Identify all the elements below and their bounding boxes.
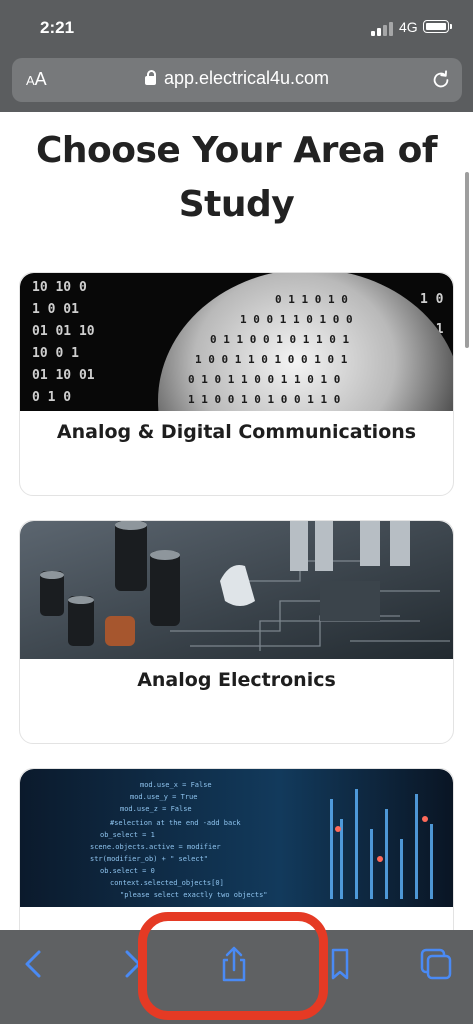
svg-text:ob.select = 0: ob.select = 0: [100, 867, 155, 875]
study-card-analog-electronics[interactable]: Analog Electronics: [19, 520, 454, 744]
svg-text:str(modifier_ob) + " select": str(modifier_ob) + " select": [90, 855, 208, 863]
url-display[interactable]: app.electrical4u.com: [12, 68, 462, 89]
share-button-highlight: [138, 912, 328, 1020]
svg-text:scene.objects.active = modifie: scene.objects.active = modifier: [90, 843, 221, 851]
svg-text:0 1 1 0 0 1 0 1 1 0 1: 0 1 1 0 0 1 0 1 1 0 1: [210, 333, 349, 346]
svg-text:1 0 0 1 1 0 1 0 0: 1 0 0 1 1 0 1 0 0: [240, 313, 353, 326]
study-card-third[interactable]: mod.use_x = False mod.use_y = True mod.u…: [19, 768, 454, 930]
page-heading: Choose Your Area of Study: [35, 130, 438, 225]
status-time: 2:21: [40, 18, 75, 37]
svg-text:mod.use_y = True: mod.use_y = True: [130, 793, 197, 801]
signal-icon: [371, 22, 395, 36]
scroll-indicator[interactable]: [465, 172, 469, 348]
card-title: Analog Electronics: [137, 669, 336, 691]
card-title: Analog & Digital Communications: [56, 421, 417, 443]
svg-text:#selection at the end -add bac: #selection at the end -add back: [110, 819, 241, 827]
svg-text:10 10 0: 10 10 0: [32, 280, 87, 295]
browser-top-bar: 2:21 4G AA app.electrical4u.com: [0, 0, 473, 112]
address-bar[interactable]: AA app.electrical4u.com: [12, 58, 462, 102]
reload-icon[interactable]: [430, 69, 452, 91]
svg-text:0 1 0 1 1 0 0 1 1 0 1 0: 0 1 0 1 1 0 0 1 1 0 1 0: [188, 373, 340, 386]
back-icon[interactable]: [14, 944, 54, 984]
lock-icon: [144, 70, 156, 85]
study-card-communications[interactable]: 10 10 0 1 0 01 01 01 10 10 0 1 01 10 01 …: [19, 272, 454, 496]
svg-text:01 10 01: 01 10 01: [32, 368, 95, 383]
svg-text:context.selected_objects[0]: context.selected_objects[0]: [110, 879, 224, 887]
binary-sphere-image: 10 10 0 1 0 01 01 01 10 10 0 1 01 10 01 …: [20, 273, 453, 411]
svg-text:"please select exactly two obj: "please select exactly two objects": [120, 891, 268, 899]
svg-text:0 1 0: 0 1 0: [32, 390, 71, 405]
svg-text:0 1 1 0 1 0: 0 1 1 0 1 0: [275, 293, 348, 306]
code-screen-image: mod.use_x = False mod.use_y = True mod.u…: [20, 769, 453, 907]
battery-icon: [423, 20, 452, 33]
network-type: 4G: [399, 19, 418, 35]
svg-text:ob_select = 1: ob_select = 1: [100, 831, 155, 839]
svg-text:1 0: 1 0: [420, 292, 444, 307]
url-text: app.electrical4u.com: [163, 68, 330, 88]
svg-text:mod.use_z = False: mod.use_z = False: [120, 805, 192, 813]
circuit-board-image: [20, 521, 453, 659]
svg-text:1 0 01: 1 0 01: [32, 302, 79, 317]
web-page-content[interactable]: Choose Your Area of Study 10 10 0 1 0 01…: [0, 112, 473, 930]
tabs-icon[interactable]: [416, 944, 456, 984]
svg-text:1 1 0 0 1 0 1 0 0 1 1 0: 1 1 0 0 1 0 1 0 0 1 1 0: [188, 393, 340, 406]
svg-text:01 01 10: 01 01 10: [32, 324, 95, 339]
svg-text:mod.use_x = False: mod.use_x = False: [140, 781, 212, 789]
svg-text:10 0 1: 10 0 1: [32, 346, 79, 361]
svg-text:1 0 0 1 1 0 1 0 0 1 0 1: 1 0 0 1 1 0 1 0 0 1 0 1: [195, 353, 348, 366]
